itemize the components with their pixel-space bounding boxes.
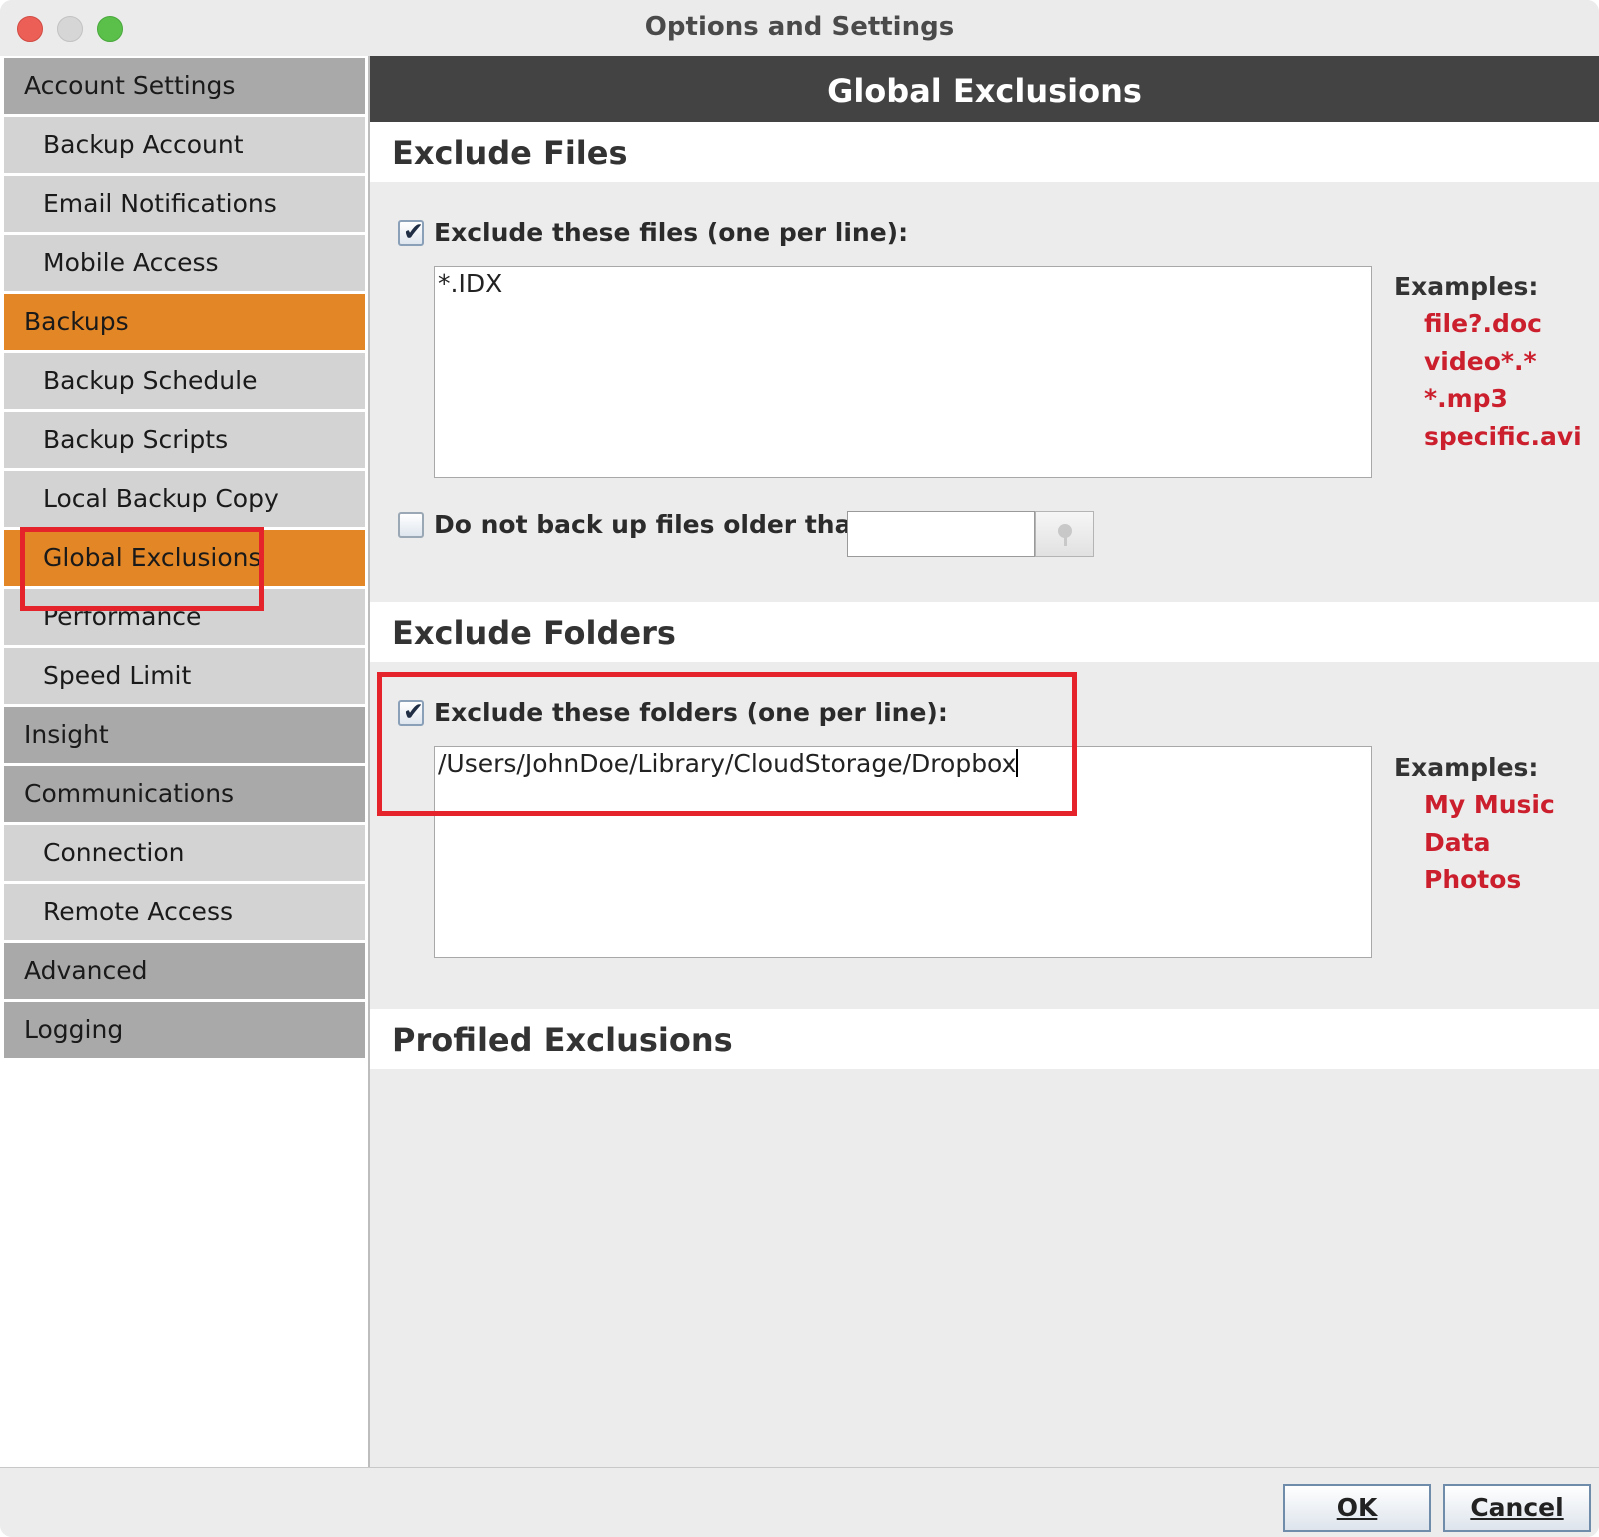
panel-title: Global Exclusions [370,56,1599,122]
sidebar-item-performance[interactable]: Performance [4,589,365,645]
exclude-files-textarea[interactable]: *.IDX [434,266,1372,478]
section-heading-exclude-files: Exclude Files [370,122,1599,182]
sidebar-item-connection[interactable]: Connection [4,825,365,881]
checkmark-icon: ✔ [403,697,424,726]
file-example: *.mp3 [1424,384,1508,413]
sidebar-item-communications[interactable]: Communications [4,766,365,822]
sidebar-item-account-settings[interactable]: Account Settings [4,58,365,114]
exclude-files-checkbox[interactable]: ✔ [398,217,424,246]
file-examples-title: Examples: [1394,272,1539,301]
folder-example: Photos [1424,865,1522,894]
exclude-folders-textarea[interactable]: /Users/JohnDoe/Library/CloudStorage/Drop… [434,746,1372,958]
sidebar-item-local-backup-copy[interactable]: Local Backup Copy [4,471,365,527]
folder-example: Data [1424,828,1491,857]
sidebar-item-remote-access[interactable]: Remote Access [4,884,365,940]
section-heading-exclude-folders: Exclude Folders [370,602,1599,662]
ok-button[interactable]: OK [1283,1484,1431,1532]
text-caret [1016,749,1019,777]
settings-panel: Global Exclusions Exclude Files ✔ Exclud… [370,56,1599,1467]
older-than-label: Do not back up files older than: [434,510,880,539]
cancel-button[interactable]: Cancel [1443,1484,1591,1532]
sidebar-item-backups[interactable]: Backups [4,294,365,350]
title-bar: Options and Settings [0,0,1599,57]
sidebar-item-insight[interactable]: Insight [4,707,365,763]
settings-sidebar: Account Settings Backup Account Email No… [0,56,370,1467]
window-title: Options and Settings [644,12,955,42]
sidebar-item-logging[interactable]: Logging [4,1002,365,1058]
sidebar-item-email-notifications[interactable]: Email Notifications [4,176,365,232]
file-example: video*.* [1424,347,1537,376]
exclude-folders-label: Exclude these folders (one per line): [434,698,948,727]
checkmark-icon: ✔ [403,217,424,246]
older-than-date-input[interactable] [847,511,1035,557]
exclude-folders-value: /Users/JohnDoe/Library/CloudStorage/Drop… [438,749,1017,778]
sidebar-item-mobile-access[interactable]: Mobile Access [4,235,365,291]
dialog-footer: OK Cancel [0,1467,1599,1537]
folder-examples-title: Examples: [1394,753,1539,782]
file-example: specific.avi [1424,422,1582,451]
exclude-files-label: Exclude these files (one per line): [434,218,909,247]
options-window: Options and Settings Account Settings Ba… [0,0,1599,1537]
sidebar-item-backup-account[interactable]: Backup Account [4,117,365,173]
older-than-checkbox[interactable] [398,512,424,538]
file-example: file?.doc [1424,309,1542,338]
date-picker-button[interactable] [1035,511,1094,557]
sidebar-item-advanced[interactable]: Advanced [4,943,365,999]
exclude-folders-checkbox[interactable]: ✔ [398,697,424,726]
sidebar-item-speed-limit[interactable]: Speed Limit [4,648,365,704]
section-heading-profiled-exclusions: Profiled Exclusions [370,1009,1599,1069]
sidebar-item-backup-schedule[interactable]: Backup Schedule [4,353,365,409]
sidebar-item-global-exclusions[interactable]: Global Exclusions [4,530,365,586]
folder-example: My Music [1424,790,1555,819]
sidebar-item-backup-scripts[interactable]: Backup Scripts [4,412,365,468]
